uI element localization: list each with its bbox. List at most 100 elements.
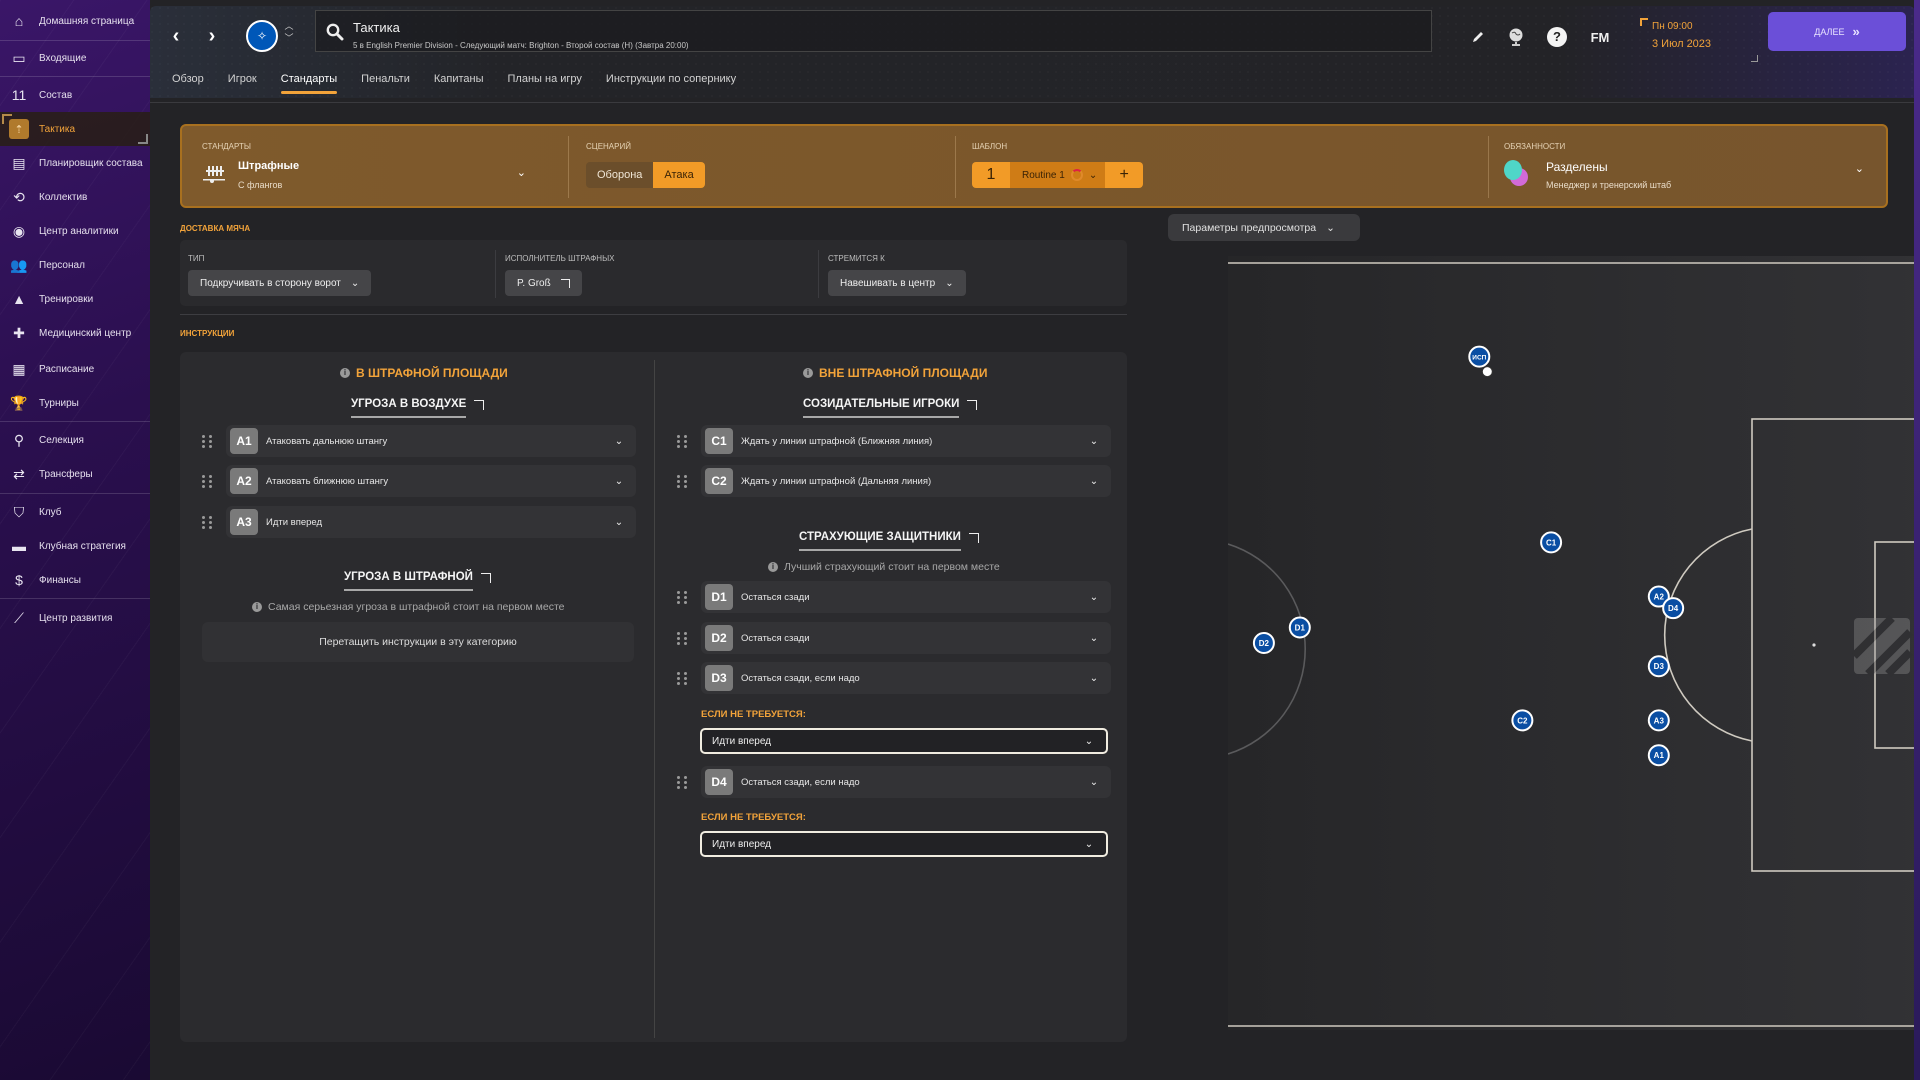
taker-button[interactable]: P. Groß — [505, 270, 582, 296]
drag-handle-icon[interactable] — [677, 434, 689, 448]
fm-logo-icon[interactable]: FM — [1585, 26, 1615, 48]
fallback-value: Идти вперед — [712, 735, 771, 747]
instruction-dropdown[interactable]: C2 Ждать у линии штрафной (Дальняя линия)… — [701, 465, 1111, 497]
instruction-dropdown[interactable]: A2 Атаковать ближнюю штангу ⌄ — [226, 465, 636, 497]
pitch-svg: ИСП C1 C2 D1 D2 A2D4 D3 A3 A1 — [1228, 262, 1920, 1027]
sidebar-item-5[interactable]: ⟲ Коллектив — [0, 180, 150, 214]
sidebar-item-0[interactable]: ⌂ Домашняя страница — [0, 4, 150, 38]
team-dynamics-icon: ⟲ — [13, 188, 25, 205]
instruction-dropdown[interactable]: C1 Ждать у линии штрафной (Ближняя линия)… — [701, 425, 1111, 457]
divider — [1488, 136, 1489, 198]
tab-4[interactable]: Капитаны — [434, 67, 496, 94]
sidebar-item-13[interactable]: ⇄ Трансферы — [0, 457, 150, 491]
add-template-button[interactable]: + — [1105, 162, 1144, 188]
player-marker[interactable]: C2 — [1511, 709, 1534, 732]
sidebar-divider — [0, 421, 150, 422]
scenario-attack-button[interactable]: Атака — [653, 162, 705, 188]
sidebar-item-3[interactable]: ⇡ Тактика — [0, 112, 150, 146]
sidebar-item-9[interactable]: ✚ Медицинский центр — [0, 316, 150, 350]
drag-handle-icon[interactable] — [677, 775, 689, 789]
delivery-type-dropdown[interactable]: Подкручивать в сторону ворот ⌄ — [188, 270, 372, 296]
position-badge: D3 — [705, 665, 733, 691]
edit-pencil-icon[interactable] — [1468, 26, 1488, 48]
drag-handle-icon[interactable] — [202, 474, 214, 488]
player-marker[interactable]: A1 — [1647, 744, 1670, 767]
drag-handle-icon[interactable] — [677, 631, 689, 645]
tab-5[interactable]: Планы на игру — [508, 67, 594, 94]
popout-icon[interactable] — [480, 573, 491, 583]
player-marker[interactable]: A3 — [1647, 709, 1670, 732]
instruction-text: Остаться сзади — [741, 632, 810, 644]
sidebar-item-16[interactable]: $ Финансы — [0, 563, 150, 597]
player-marker[interactable]: D3 — [1647, 655, 1670, 678]
game-date[interactable]: Пн 09:00 3 Июл 2023 — [1640, 18, 1758, 62]
player-marker[interactable]: D2 — [1252, 632, 1275, 654]
duties-sub: Менеджер и тренерский штаб — [1546, 180, 1672, 190]
sidebar-item-2[interactable]: 11 Состав — [0, 78, 150, 112]
club-switcher[interactable]: ︿ ﹀ — [283, 20, 295, 50]
drag-handle-icon[interactable] — [677, 671, 689, 685]
player-marker[interactable]: ИСП — [1468, 345, 1493, 378]
player-marker[interactable]: D1 — [1288, 616, 1311, 639]
page-search-box[interactable]: Тактика 5 в English Premier Division - С… — [315, 10, 1432, 52]
scenario-defence-button[interactable]: Оборона — [586, 162, 654, 188]
popout-icon[interactable] — [967, 400, 978, 410]
instruction-dropdown[interactable]: A1 Атаковать дальнюю штангу ⌄ — [226, 425, 636, 457]
zone-title-outside: i ВНЕ ШТРАФНОЙ ПЛОЩАДИ — [803, 366, 987, 380]
tab-6[interactable]: Инструкции по сопернику — [606, 67, 748, 94]
tab-2[interactable]: Стандарты — [280, 67, 349, 94]
drag-handle-icon[interactable] — [677, 474, 689, 488]
instruction-dropdown[interactable]: D1 Остаться сзади ⌄ — [701, 581, 1111, 613]
sidebar-item-14[interactable]: ⛉ Клуб — [0, 495, 150, 529]
preview-options-dropdown[interactable]: Параметры предпросмотра ⌄ — [1168, 214, 1360, 241]
forward-button[interactable]: › — [200, 24, 224, 48]
tab-3[interactable]: Пенальти — [361, 67, 422, 94]
sidebar-item-6[interactable]: ◉ Центр аналитики — [0, 214, 150, 248]
continue-button[interactable]: ДАЛЕЕ » — [1768, 12, 1906, 51]
sidebar-item-8[interactable]: ▲ Тренировки — [0, 282, 150, 316]
player-marker[interactable]: C1 — [1540, 531, 1563, 554]
chevron-down-icon: ⌄ — [1089, 435, 1099, 447]
popout-icon[interactable] — [474, 400, 485, 410]
club-badge[interactable]: ✧ — [246, 20, 278, 52]
popout-icon — [560, 278, 570, 288]
sidebar-item-15[interactable]: ▬ Клубная стратегия — [0, 529, 150, 563]
sidebar-item-label: Турниры — [39, 397, 79, 409]
popout-icon[interactable] — [968, 533, 979, 543]
sidebar-item-1[interactable]: ▭ Входящие — [0, 41, 150, 75]
instruction-dropdown[interactable]: D4 Остаться сзади, если надо ⌄ — [701, 766, 1111, 798]
sidebar-item-4[interactable]: ▤ Планировщик состава — [0, 146, 150, 180]
drag-handle-icon[interactable] — [677, 590, 689, 604]
chevron-down-icon: ⌄ — [1089, 672, 1099, 684]
sidebar-item-12[interactable]: ⚲ Селекция — [0, 423, 150, 457]
instruction-dropdown[interactable]: D2 Остаться сзади ⌄ — [701, 622, 1111, 654]
player-marker[interactable]: D4 — [1662, 597, 1685, 620]
instruction-text: Атаковать дальнюю штангу — [266, 435, 388, 447]
drag-handle-icon[interactable] — [202, 515, 214, 529]
sidebar-item-7[interactable]: 👥 Персонал — [0, 248, 150, 282]
section-divider — [180, 314, 1127, 315]
back-button[interactable]: ‹ — [164, 24, 188, 48]
continue-label: ДАЛЕЕ — [1814, 26, 1845, 37]
instruction-dropzone[interactable]: Перетащить инструкции в эту категорию — [202, 622, 634, 662]
sidebar-item-10[interactable]: ▦ Расписание — [0, 352, 150, 386]
instruction-dropdown[interactable]: D3 Остаться сзади, если надо ⌄ — [701, 662, 1111, 694]
globe-icon[interactable] — [1505, 26, 1527, 48]
template-dropdown[interactable]: Routine 1 ⌄ — [1010, 162, 1106, 188]
sidebar-item-11[interactable]: 🏆 Турниры — [0, 386, 150, 420]
fallback-dropdown[interactable]: Идти вперед ⌄ — [700, 831, 1108, 857]
standards-dropdown[interactable]: Штрафные С флангов ⌄ — [202, 156, 542, 196]
help-icon[interactable]: ? — [1546, 26, 1568, 48]
sidebar-item-label: Тренировки — [39, 293, 94, 305]
tab-0[interactable]: Обзор — [172, 67, 216, 94]
tab-1[interactable]: Игрок — [228, 67, 269, 94]
drag-handle-icon[interactable] — [202, 434, 214, 448]
instruction-dropdown[interactable]: A3 Идти вперед ⌄ — [226, 506, 636, 538]
sidebar-item-label: Клуб — [39, 506, 62, 518]
template-number[interactable]: 1 — [972, 162, 1010, 188]
sidebar-item-17[interactable]: ⟋ Центр развития — [0, 601, 150, 635]
target-dropdown[interactable]: Навешивать в центр ⌄ — [828, 270, 966, 296]
duties-dropdown[interactable]: Разделены Менеджер и тренерский штаб ⌄ — [1504, 156, 1874, 196]
info-icon: i — [252, 602, 262, 612]
fallback-dropdown[interactable]: Идти вперед ⌄ — [700, 728, 1108, 754]
